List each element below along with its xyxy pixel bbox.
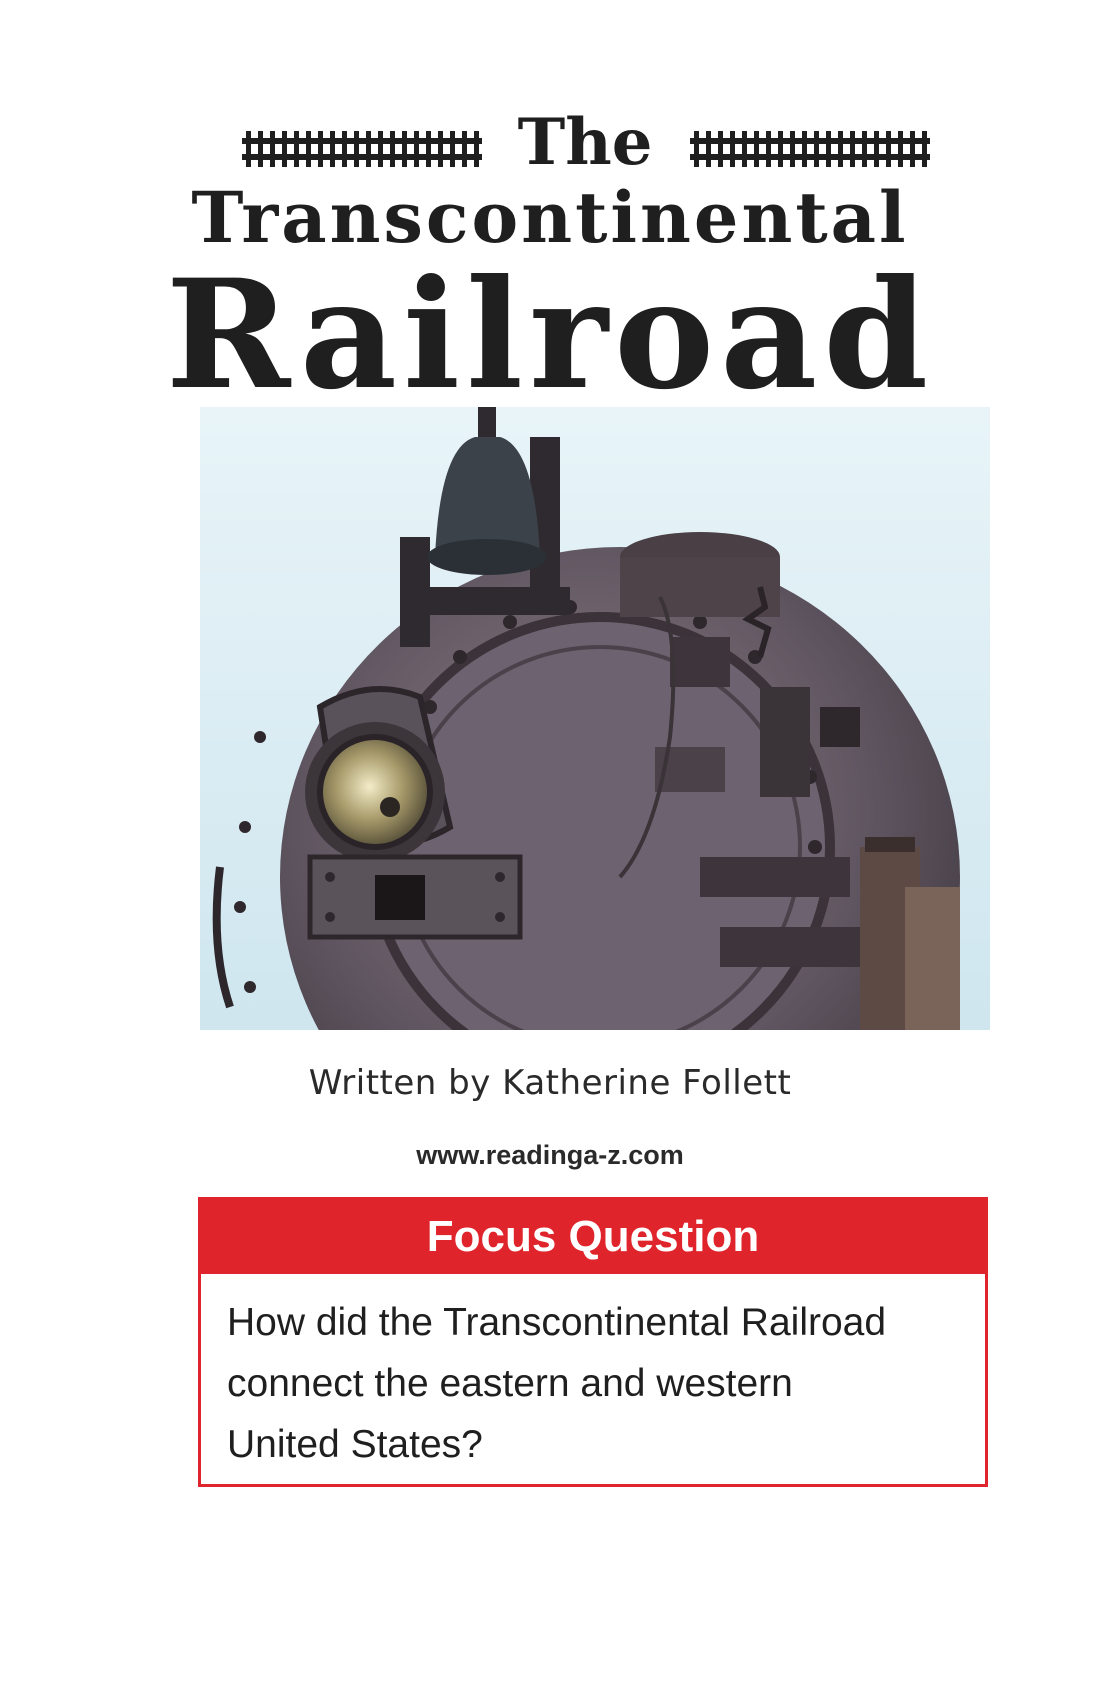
title-railroad: Railroad <box>165 247 935 423</box>
focus-question-text: How did the Transcontinental Railroad co… <box>227 1301 887 1466</box>
author-line: Written by Katherine Follett <box>308 1063 792 1103</box>
website-link[interactable]: www.readinga-z.com <box>0 1140 1100 1171</box>
focus-question-box: Focus Question How did the Transcontinen… <box>198 1197 988 1487</box>
right-rail-ornament <box>690 131 930 167</box>
steam-locomotive-illustration <box>200 407 990 1030</box>
focus-question-header: Focus Question <box>201 1200 985 1274</box>
title-the: The <box>517 105 653 180</box>
left-rail-ornament <box>242 131 482 167</box>
title-line-1: The <box>0 105 1100 180</box>
locomotive-photo <box>200 407 990 1030</box>
